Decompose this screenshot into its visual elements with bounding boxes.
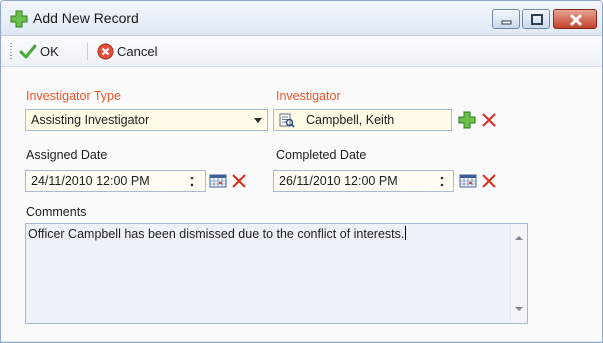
investigator-type-dropdown[interactable]: Assisting Investigator (25, 109, 268, 131)
window-title: Add New Record (33, 10, 139, 26)
text-caret (405, 226, 407, 240)
maximize-button[interactable] (522, 9, 550, 29)
comments-value: Officer Campbell has been dismissed due … (28, 227, 405, 241)
title-bar[interactable]: Add New Record (1, 1, 602, 36)
scroll-up-icon[interactable] (515, 236, 523, 240)
form-area: Investigator Type Assisting Investigator… (1, 68, 602, 342)
minimize-button[interactable] (492, 9, 520, 29)
lookup-icon (279, 113, 295, 128)
close-button[interactable] (553, 9, 597, 29)
cancel-label: Cancel (117, 44, 158, 59)
comments-scrollbar[interactable] (510, 224, 527, 323)
assigned-date-label: Assigned Date (26, 148, 108, 162)
scroll-down-icon[interactable] (515, 307, 523, 311)
calendar-icon[interactable] (209, 172, 227, 190)
ok-label: OK (40, 44, 59, 59)
investigator-value: Campbell, Keith (306, 113, 395, 127)
investigator-field[interactable]: Campbell, Keith (273, 109, 452, 131)
cancel-button[interactable]: Cancel (97, 42, 157, 61)
investigator-type-label: Investigator Type (26, 89, 121, 103)
completed-date-input[interactable]: 26/11/2010 12:00 PM (273, 170, 454, 192)
completed-date-value: 26/11/2010 12:00 PM (279, 174, 398, 188)
investigator-label: Investigator (276, 89, 341, 103)
clear-assigned-date-icon[interactable] (230, 172, 248, 190)
spin-icon[interactable] (188, 174, 196, 190)
ok-button[interactable]: OK (19, 42, 59, 61)
assigned-date-value: 24/11/2010 12:00 PM (31, 174, 150, 188)
chevron-down-icon (254, 118, 262, 123)
add-record-window: Add New Record OK Cancel Investigator Ty… (0, 0, 603, 343)
checkmark-icon (19, 44, 37, 58)
assigned-date-input[interactable]: 24/11/2010 12:00 PM (25, 170, 206, 192)
add-investigator-icon[interactable] (458, 111, 476, 129)
close-icon (569, 13, 583, 27)
red-x-circle-icon (97, 43, 114, 60)
toolbar: OK Cancel (1, 36, 602, 67)
green-plus-icon (10, 10, 28, 28)
toolbar-grip[interactable] (10, 43, 12, 60)
comments-textarea[interactable]: Officer Campbell has been dismissed due … (25, 223, 528, 324)
clear-completed-date-icon[interactable] (480, 172, 498, 190)
minimize-icon (501, 20, 512, 25)
clear-investigator-icon[interactable] (480, 111, 498, 129)
maximize-icon (531, 14, 543, 25)
comments-label: Comments (26, 205, 87, 219)
calendar-icon[interactable] (459, 172, 477, 190)
completed-date-label: Completed Date (276, 148, 367, 162)
toolbar-separator (87, 43, 88, 60)
investigator-type-value: Assisting Investigator (31, 113, 150, 127)
spin-icon[interactable] (438, 174, 446, 190)
